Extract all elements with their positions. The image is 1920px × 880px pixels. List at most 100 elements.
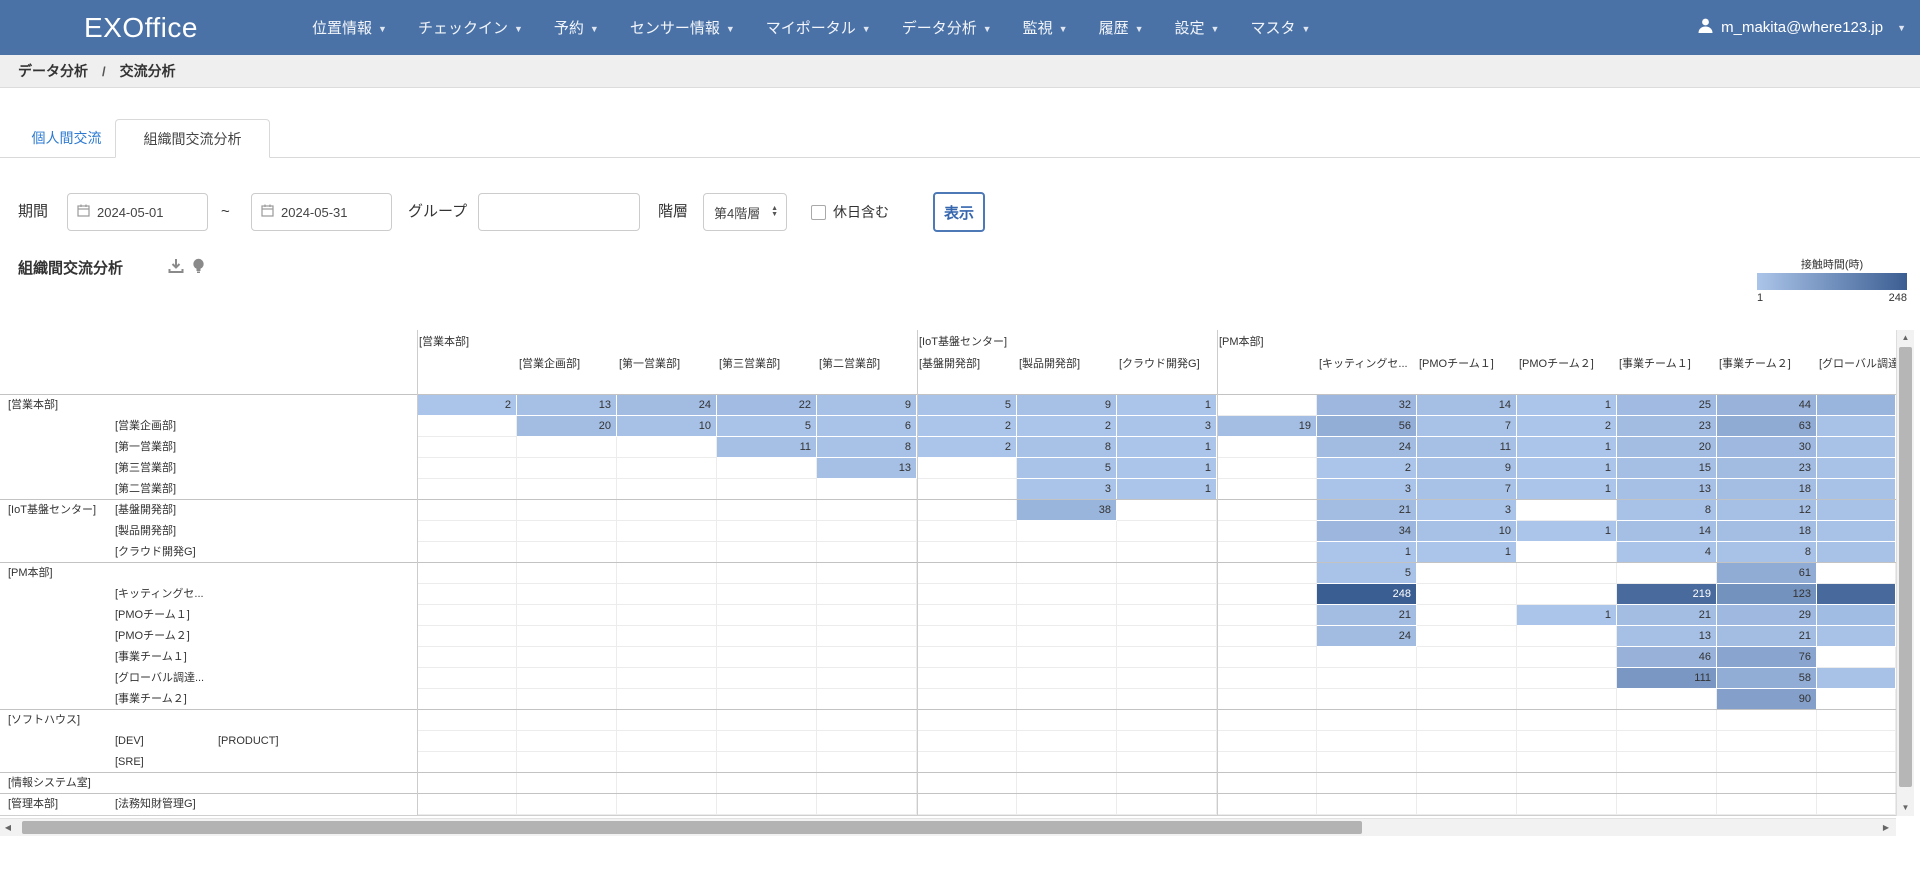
matrix-cell: 9 [1417,458,1517,479]
nav-item-0[interactable]: 位置情報▼ [312,17,387,38]
matrix-cell [717,605,817,626]
breadcrumb-separator: / [102,64,106,79]
nav-item-6[interactable]: 監視▼ [1023,17,1068,38]
matrix-cell [917,479,1017,500]
tab-org-exchange-analysis[interactable]: 組織間交流分析 [115,119,270,158]
column-label: [製品開発部] [1019,355,1117,373]
matrix-cell [1517,584,1617,605]
matrix-cell: 1 [1517,479,1617,500]
matrix-cell-clipped [1817,794,1896,815]
matrix-cell: 20 [517,416,617,437]
scroll-left-icon[interactable]: ◀ [0,819,16,836]
matrix-cell [417,689,517,710]
matrix-cell: 8 [1617,500,1717,521]
nav-item-5[interactable]: データ分析▼ [902,17,992,38]
calendar-icon [261,204,274,220]
matrix-cell [1517,752,1617,773]
nav-item-9[interactable]: マスタ▼ [1250,17,1310,38]
matrix-cell [1417,710,1517,731]
app-logo[interactable]: EXOffice [84,0,198,55]
nav-item-2[interactable]: 予約▼ [554,17,599,38]
matrix-cell: 24 [1317,626,1417,647]
matrix-cell [1217,563,1317,584]
breadcrumb-parent[interactable]: データ分析 [18,61,88,81]
matrix-cell [617,458,717,479]
matrix-cell [1217,710,1317,731]
top-navbar: EXOffice 位置情報▼ チェックイン▼ 予約▼ センサー情報▼ マイポータル▼ デー… [0,0,1920,55]
column-group-label: [営業本部] [419,333,639,351]
row-label: [DEV] [115,731,217,752]
horizontal-scrollbar[interactable]: ◀ ▶ [0,818,1896,836]
matrix-cell: 3 [1317,479,1417,500]
holiday-checkbox[interactable] [811,205,826,220]
matrix-cell: 8 [1017,437,1117,458]
matrix-cell [417,626,517,647]
nav-item-8[interactable]: 設定▼ [1175,17,1220,38]
matrix-cell [1417,605,1517,626]
date-to-input[interactable]: 2024-05-31 [251,193,392,231]
vertical-scrollbar[interactable]: ▲ ▼ [1896,330,1914,816]
matrix-cell: 1 [1117,479,1217,500]
matrix-cell [1117,521,1217,542]
vertical-scroll-thumb[interactable] [1899,347,1912,787]
matrix-cell: 8 [817,437,917,458]
date-from-input[interactable]: 2024-05-01 [67,193,208,231]
nav-item-1[interactable]: チェックイン▼ [418,17,523,38]
chevron-down-icon: ▼ [514,24,523,34]
hierarchy-select[interactable]: 第4階層 ▲▼ [703,193,787,231]
nav-item-4[interactable]: マイポータル▼ [766,17,871,38]
matrix-cell: 1 [1317,542,1417,563]
matrix-cell [617,542,717,563]
matrix-cell [617,647,717,668]
row-group-label: [営業本部] [8,395,114,416]
nav-item-3[interactable]: センサー情報▼ [630,17,735,38]
matrix-cell: 58 [1717,668,1817,689]
download-icon[interactable] [168,258,184,279]
section-title: 組織間交流分析 [18,257,123,278]
scroll-up-icon[interactable]: ▲ [1897,330,1914,346]
matrix-cell [1217,668,1317,689]
matrix-cell: 11 [717,437,817,458]
column-label: [キッティングセ... [1319,355,1417,373]
matrix-cell [617,563,717,584]
matrix-cell [417,584,517,605]
matrix-cell [817,563,917,584]
matrix-cell: 8 [1717,542,1817,563]
matrix-cell [617,605,717,626]
matrix-cell: 2 [1517,416,1617,437]
matrix-cell [1017,647,1117,668]
matrix-cell [517,563,617,584]
matrix-cell [717,500,817,521]
matrix-cell-clipped [1817,395,1896,416]
main-menu: 位置情報▼ チェックイン▼ 予約▼ センサー情報▼ マイポータル▼ データ分析▼ 監視▼ 履歴… [312,0,1341,55]
matrix-cell [1117,647,1217,668]
matrix-cell [1017,521,1117,542]
scroll-right-icon[interactable]: ▶ [1878,819,1894,836]
matrix-cell [617,752,717,773]
matrix-cell [417,437,517,458]
matrix-cell [817,500,917,521]
matrix-cell [517,689,617,710]
matrix-cell [1217,794,1317,815]
matrix-cell [1617,689,1717,710]
matrix-cell [1517,710,1617,731]
bulb-icon[interactable] [192,258,205,279]
matrix-cell [517,752,617,773]
matrix-cell: 7 [1417,416,1517,437]
user-menu[interactable]: m_makita@where123.jp ▼ [1697,0,1906,55]
horizontal-scroll-thumb[interactable] [22,821,1362,834]
chevron-down-icon: ▼ [1135,24,1144,34]
matrix-cell: 7 [1417,479,1517,500]
matrix-cell: 2 [917,437,1017,458]
matrix-cell: 29 [1717,605,1817,626]
matrix-cell [1717,794,1817,815]
scroll-down-icon[interactable]: ▼ [1897,800,1914,816]
matrix-cell-clipped [1817,542,1896,563]
nav-item-7[interactable]: 履歴▼ [1099,17,1144,38]
chevron-down-icon: ▼ [1059,24,1068,34]
tab-personal-exchange[interactable]: 個人間交流 [18,119,115,158]
matrix-cell [1017,563,1117,584]
group-input[interactable] [478,193,640,231]
show-button[interactable]: 表示 [933,192,985,232]
matrix-cell: 1 [1117,395,1217,416]
